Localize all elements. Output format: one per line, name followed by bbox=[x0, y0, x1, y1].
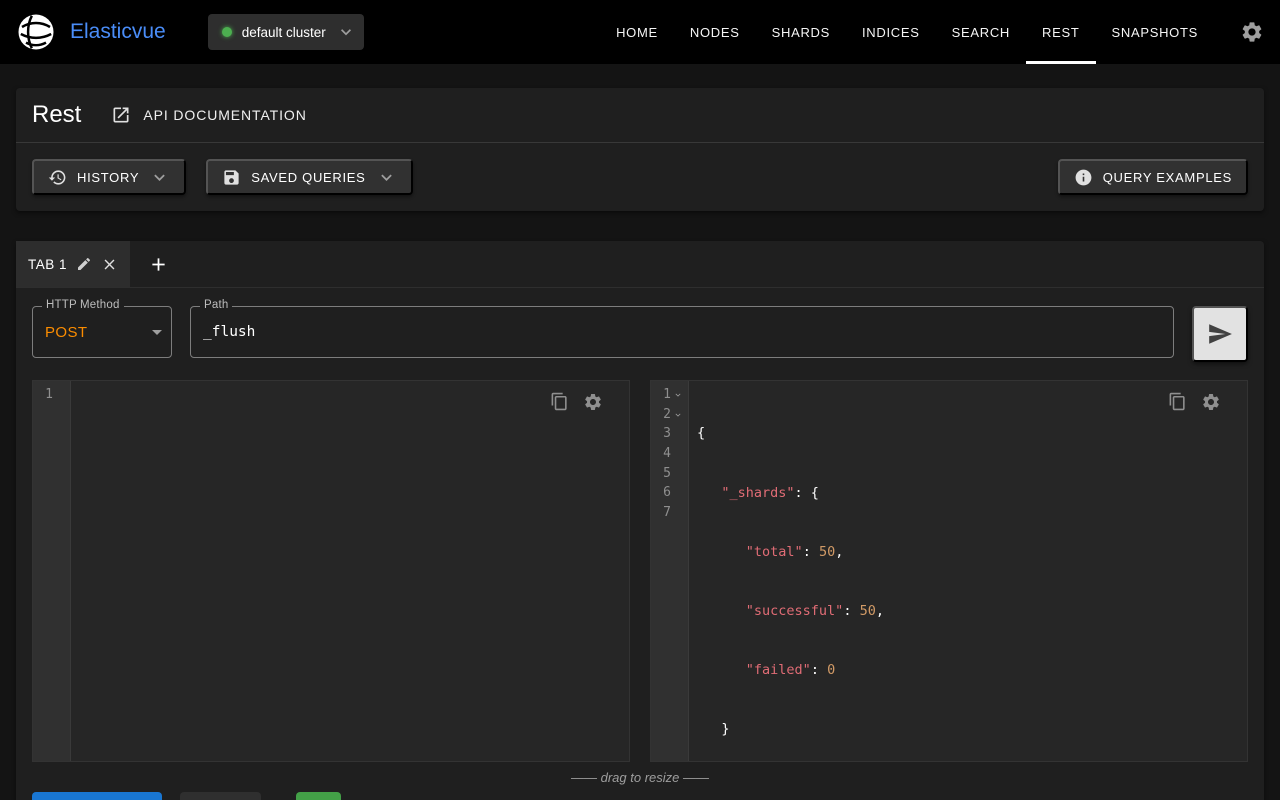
external-link-icon bbox=[111, 105, 131, 125]
cluster-selector-button[interactable]: default cluster bbox=[208, 14, 364, 50]
top-navigation: HOME NODES SHARDS INDICES SEARCH REST SN… bbox=[600, 0, 1214, 64]
nav-item-nodes[interactable]: NODES bbox=[674, 0, 756, 64]
line-number: 5 bbox=[659, 464, 671, 484]
code-line: { bbox=[697, 424, 1239, 444]
api-documentation-link[interactable]: API DOCUMENTATION bbox=[111, 105, 306, 125]
nav-item-shards[interactable]: SHARDS bbox=[756, 0, 846, 64]
response-editor-code[interactable]: { "_shards": { "total": 50, "successful"… bbox=[689, 381, 1247, 761]
editor-settings-gear-icon[interactable] bbox=[1201, 392, 1221, 412]
rest-panel-header: Rest API DOCUMENTATION bbox=[16, 88, 1264, 142]
query-examples-label: QUERY EXAMPLES bbox=[1103, 170, 1232, 185]
http-method-value: POST bbox=[45, 324, 87, 341]
send-icon bbox=[1207, 321, 1233, 347]
partial-button-secondary[interactable] bbox=[180, 792, 261, 800]
app-screen: Elasticvue default cluster HOME NODES SH… bbox=[0, 0, 1280, 800]
query-examples-button[interactable]: QUERY EXAMPLES bbox=[1058, 159, 1248, 195]
line-number: 6 bbox=[659, 483, 671, 503]
line-number: 3 bbox=[659, 424, 671, 444]
partial-button-primary[interactable] bbox=[32, 792, 162, 800]
history-label: HISTORY bbox=[77, 170, 139, 185]
nav-item-search[interactable]: SEARCH bbox=[936, 0, 1026, 64]
edit-tab-pencil-icon[interactable] bbox=[76, 256, 92, 272]
line-number: 7 bbox=[659, 503, 671, 523]
code-line: "_shards": { bbox=[697, 484, 1239, 504]
rest-toolbar: HISTORY SAVED QUERIES bbox=[16, 143, 1264, 211]
copy-icon[interactable] bbox=[550, 392, 569, 412]
request-body-editor: 1 bbox=[32, 380, 630, 762]
api-documentation-label: API DOCUMENTATION bbox=[143, 107, 306, 123]
code-line: "failed": 0 bbox=[697, 661, 1239, 681]
path-label: Path bbox=[200, 299, 232, 311]
http-method-select[interactable]: HTTP Method POST bbox=[32, 306, 172, 358]
request-editor-gutter: 1 bbox=[33, 381, 71, 761]
code-line: "total": 50, bbox=[697, 543, 1239, 563]
response-editor: 1 2 3 4 5 6 7 { "_shards": { "total": 50… bbox=[650, 380, 1248, 762]
http-method-label: HTTP Method bbox=[42, 299, 124, 311]
page-title: Rest bbox=[32, 101, 81, 129]
fold-chevron-icon[interactable] bbox=[671, 388, 684, 401]
send-request-button[interactable] bbox=[1192, 306, 1248, 362]
path-field: Path bbox=[190, 306, 1174, 358]
partial-button-success[interactable] bbox=[296, 792, 341, 800]
bottom-actions bbox=[16, 792, 1264, 800]
line-number: 1 bbox=[41, 385, 53, 405]
tab-1[interactable]: TAB 1 bbox=[16, 241, 130, 287]
rest-tabs-panel: TAB 1 HTTP Method POST bbox=[16, 241, 1264, 800]
elasticvue-logo bbox=[16, 12, 56, 52]
editors: 1 1 2 bbox=[16, 380, 1264, 762]
nav-item-home[interactable]: HOME bbox=[600, 0, 674, 64]
cluster-health-dot bbox=[222, 27, 232, 37]
add-tab-button[interactable] bbox=[130, 241, 187, 287]
tab-strip: TAB 1 bbox=[16, 241, 1264, 288]
path-input[interactable] bbox=[203, 324, 1161, 340]
nav-item-snapshots[interactable]: SNAPSHOTS bbox=[1096, 0, 1214, 64]
line-number: 1 bbox=[659, 385, 671, 405]
nav-item-indices[interactable]: INDICES bbox=[846, 0, 936, 64]
brand-title[interactable]: Elasticvue bbox=[70, 20, 166, 44]
topbar: Elasticvue default cluster HOME NODES SH… bbox=[0, 0, 1280, 64]
save-icon bbox=[222, 168, 241, 187]
chevron-down-icon bbox=[336, 22, 356, 42]
saved-queries-label: SAVED QUERIES bbox=[251, 170, 365, 185]
chevron-down-icon bbox=[149, 167, 170, 188]
response-editor-actions bbox=[1168, 392, 1221, 412]
tab-1-label: TAB 1 bbox=[28, 257, 67, 272]
request-form: HTTP Method POST Path bbox=[16, 288, 1264, 380]
fold-chevron-icon[interactable] bbox=[671, 408, 684, 421]
request-editor-code[interactable] bbox=[71, 381, 629, 761]
copy-icon[interactable] bbox=[1168, 392, 1187, 412]
history-icon bbox=[48, 168, 67, 187]
info-icon bbox=[1074, 168, 1093, 187]
request-editor-actions bbox=[550, 392, 603, 412]
editor-settings-gear-icon[interactable] bbox=[583, 392, 603, 412]
response-editor-gutter: 1 2 3 4 5 6 7 bbox=[651, 381, 689, 761]
resize-handle[interactable]: —— drag to resize —— bbox=[16, 762, 1264, 792]
nav-item-rest[interactable]: REST bbox=[1026, 0, 1095, 64]
code-line: } bbox=[697, 720, 1239, 740]
code-line: "successful": 50, bbox=[697, 602, 1239, 622]
select-dropdown-arrow-icon bbox=[145, 320, 169, 344]
settings-gear-icon[interactable] bbox=[1240, 20, 1264, 44]
close-tab-icon[interactable] bbox=[101, 256, 118, 273]
plus-icon bbox=[148, 254, 169, 275]
history-button[interactable]: HISTORY bbox=[32, 159, 186, 195]
cluster-selector-label: default cluster bbox=[242, 25, 326, 40]
line-number: 2 bbox=[659, 405, 671, 425]
main-content: Rest API DOCUMENTATION HISTORY bbox=[0, 64, 1280, 800]
saved-queries-button[interactable]: SAVED QUERIES bbox=[206, 159, 412, 195]
chevron-down-icon bbox=[376, 167, 397, 188]
rest-panel: Rest API DOCUMENTATION HISTORY bbox=[16, 88, 1264, 211]
line-number: 4 bbox=[659, 444, 671, 464]
